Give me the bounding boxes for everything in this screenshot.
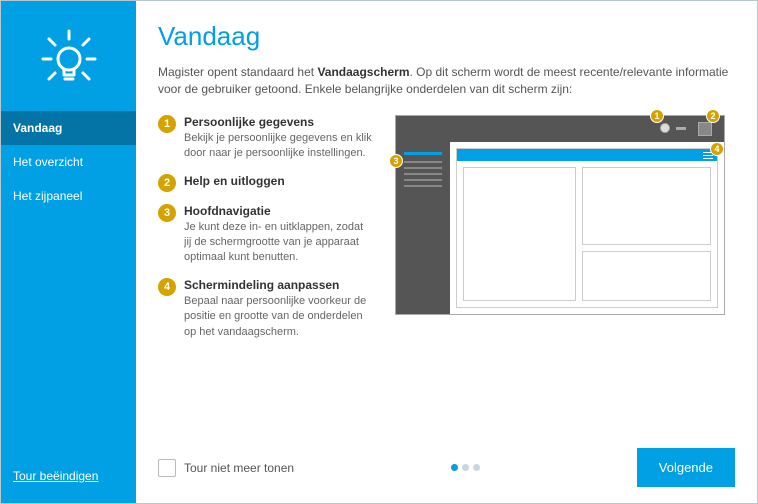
mock-header: 1 2: [396, 116, 724, 142]
intro-bold: Vandaagscherm: [317, 65, 409, 79]
mock-grid: [457, 161, 717, 307]
dont-show-label: Tour niet meer tonen: [184, 461, 294, 475]
mock-widget-header: [457, 149, 717, 161]
item-desc: Bekijk je persoonlijke gegevens en klik …: [184, 131, 373, 162]
end-tour-area: Tour beëindigen: [1, 469, 136, 503]
page-title: Vandaag: [158, 21, 735, 52]
item-title: Help en uitloggen: [184, 174, 373, 188]
name-placeholder-icon: [676, 127, 686, 130]
marker-1-icon: 1: [650, 109, 664, 123]
mock-main: 4: [456, 148, 718, 308]
sidebar-item-vandaag[interactable]: Vandaag: [1, 111, 136, 145]
mock-widget: [582, 167, 711, 245]
mock-nav-active-icon: [404, 152, 442, 155]
page-dots: [294, 464, 637, 471]
intro-text: Magister opent standaard het Vandaagsche…: [158, 64, 735, 99]
menu-square-icon: [698, 122, 712, 136]
intro-pre: Magister opent standaard het: [158, 65, 317, 79]
item-title: Hoofdnavigatie: [184, 204, 373, 218]
nav-list: Vandaag Het overzicht Het zijpaneel: [1, 111, 136, 469]
mock-nav-line-icon: [404, 179, 442, 181]
avatar-icon: [660, 123, 670, 133]
sidebar-item-overzicht[interactable]: Het overzicht: [1, 145, 136, 179]
page-dot[interactable]: [473, 464, 480, 471]
sidebar-item-zijpaneel[interactable]: Het zijpaneel: [1, 179, 136, 213]
mock-nav-line-icon: [404, 167, 442, 169]
footer: Tour niet meer tonen Volgende: [158, 434, 735, 487]
sidebar: Vandaag Het overzicht Het zijpaneel Tour…: [1, 1, 136, 503]
next-button[interactable]: Volgende: [637, 448, 735, 487]
tour-modal: Vandaag Het overzicht Het zijpaneel Tour…: [0, 0, 758, 504]
screen-mockup: 1 2 3: [395, 115, 725, 315]
mock-widget: [463, 167, 576, 301]
mock-nav-line-icon: [404, 173, 442, 175]
list-item: 1 Persoonlijke gegevens Bekijk je persoo…: [158, 115, 373, 162]
marker-4-icon: 4: [710, 142, 724, 156]
item-desc: Bepaal naar persoonlijke voorkeur de pos…: [184, 294, 373, 340]
dont-show-again: Tour niet meer tonen: [158, 459, 294, 477]
mock-sidebar: [396, 142, 450, 314]
mock-widget: [582, 251, 711, 301]
feature-list: 1 Persoonlijke gegevens Bekijk je persoo…: [158, 115, 373, 434]
badge-number-icon: 3: [158, 204, 176, 222]
badge-number-icon: 2: [158, 174, 176, 192]
item-title: Schermindeling aanpassen: [184, 278, 373, 292]
list-item: 2 Help en uitloggen: [158, 174, 373, 192]
marker-3-icon: 3: [389, 154, 403, 168]
end-tour-link[interactable]: Tour beëindigen: [13, 469, 98, 483]
logo-area: [1, 1, 136, 111]
illustration: 1 2 3: [395, 115, 725, 434]
mock-nav-line-icon: [404, 185, 442, 187]
list-item: 3 Hoofdnavigatie Je kunt deze in- en uit…: [158, 204, 373, 266]
marker-2-icon: 2: [706, 109, 720, 123]
page-dot[interactable]: [451, 464, 458, 471]
badge-number-icon: 1: [158, 115, 176, 133]
badge-number-icon: 4: [158, 278, 176, 296]
content-row: 1 Persoonlijke gegevens Bekijk je persoo…: [158, 115, 735, 434]
item-title: Persoonlijke gegevens: [184, 115, 373, 129]
dont-show-checkbox[interactable]: [158, 459, 176, 477]
page-dot[interactable]: [462, 464, 469, 471]
list-item: 4 Schermindeling aanpassen Bepaal naar p…: [158, 278, 373, 340]
main-panel: Vandaag Magister opent standaard het Van…: [136, 1, 757, 503]
mock-nav-line-icon: [404, 161, 442, 163]
item-desc: Je kunt deze in- en uitklappen, zodat ji…: [184, 220, 373, 266]
lightbulb-icon: [34, 21, 104, 91]
